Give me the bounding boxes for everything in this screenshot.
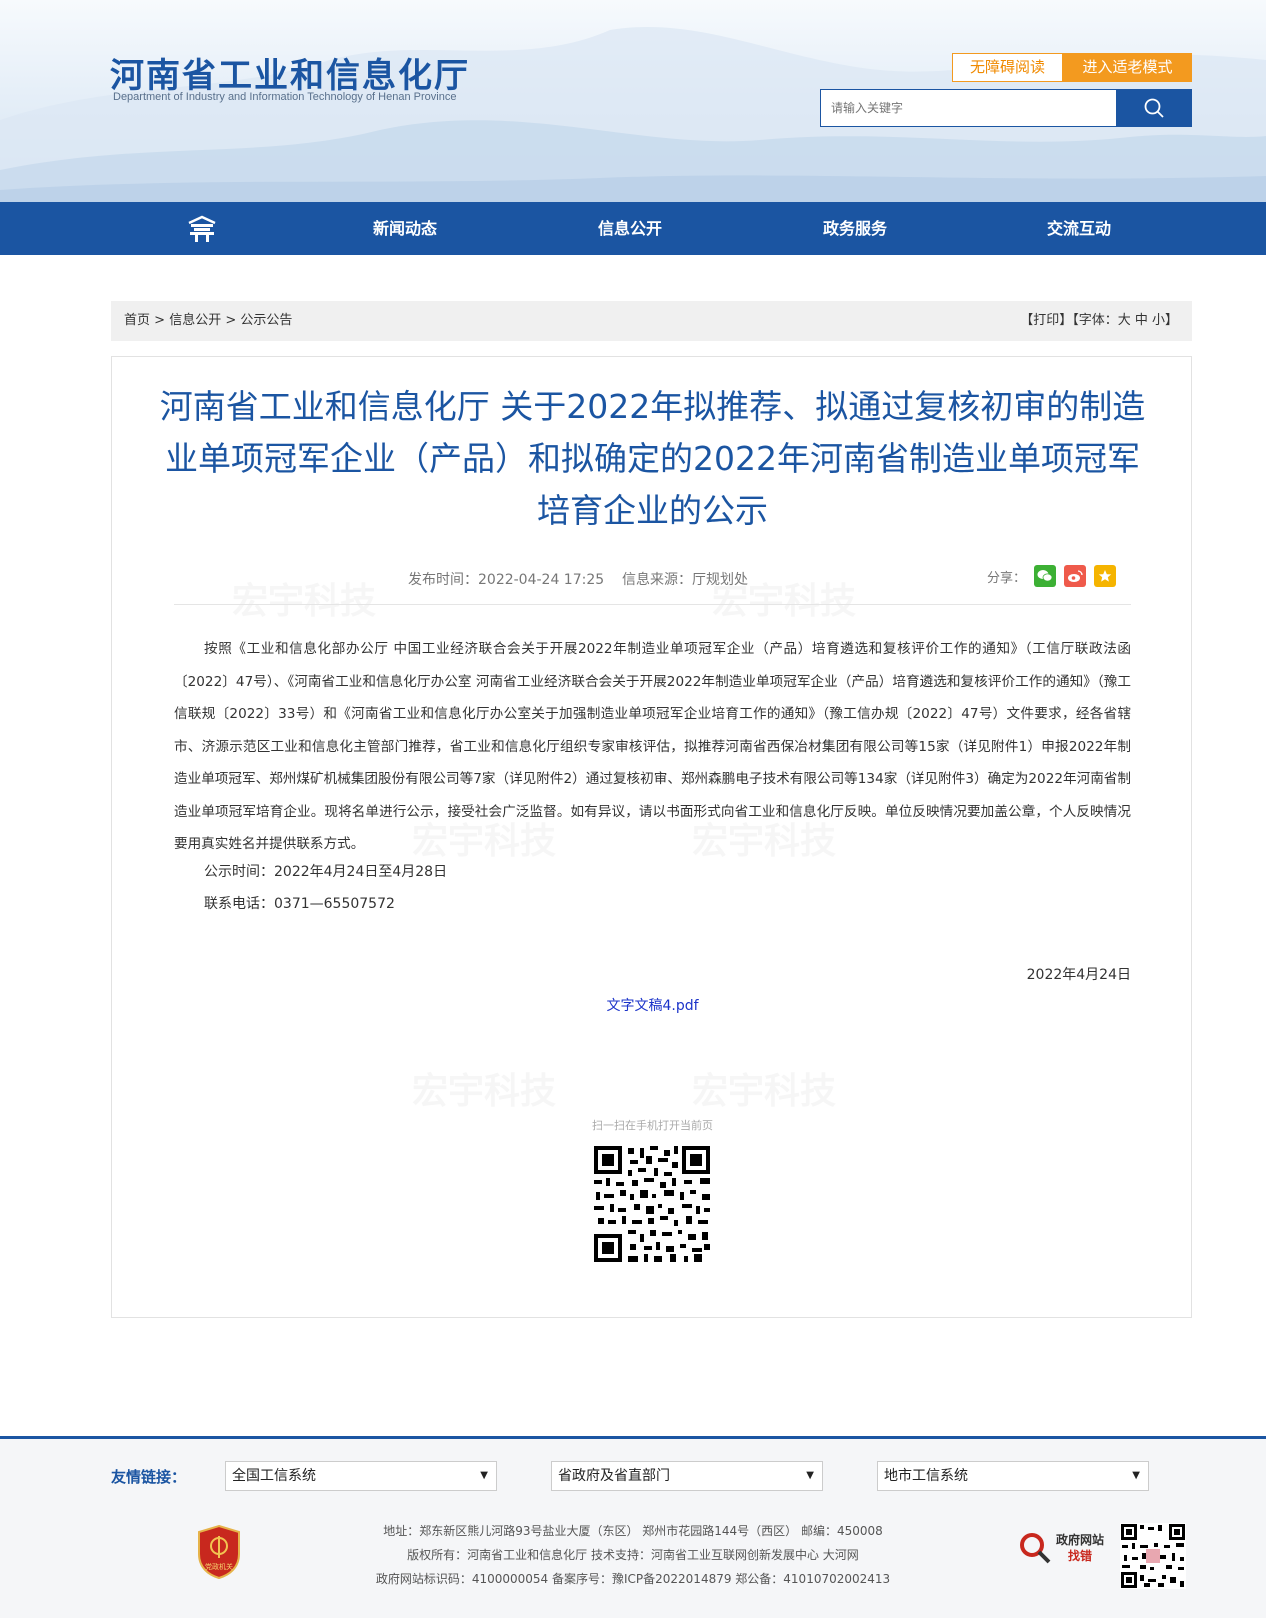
friend-links-label: 友情链接：	[111, 1468, 187, 1486]
watermark: 宏宇科技	[412, 1062, 556, 1114]
select-city-industry[interactable]: 地市工信系统 ▼	[877, 1461, 1149, 1491]
qr-hint: 扫一扫在手机打开当前页	[592, 1119, 713, 1132]
breadcrumb-trail: 首页 > 信息公开 > 公示公告	[124, 301, 292, 341]
site-subtitle: Department of Industry and Information T…	[113, 91, 457, 103]
select-provincial-gov[interactable]: 省政府及省直部门 ▼	[551, 1461, 823, 1491]
notice-period: 公示时间：2022年4月24日至4月28日	[204, 864, 448, 880]
share-bar: 分享：	[987, 565, 1117, 587]
select-value: 全国工信系统	[232, 1468, 316, 1484]
breadcrumb-info-public[interactable]: 信息公开	[169, 313, 221, 328]
breadcrumb-separator: >	[154, 313, 166, 328]
nav-item-interaction[interactable]: 交流互动	[1004, 202, 1154, 255]
source-label: 信息来源：	[621, 572, 692, 588]
search-button[interactable]	[1116, 89, 1192, 127]
source-value: 厅规划处	[691, 572, 748, 588]
article-meta: 发布时间：2022-04-24 17:25 信息来源：厅规划处	[408, 569, 748, 589]
wechat-icon[interactable]	[1034, 565, 1057, 587]
search-icon	[1144, 98, 1164, 118]
site-header: 河南省工业和信息化厅 Department of Industry and In…	[0, 0, 1266, 202]
article-panel: 宏宇科技 宏宇科技 宏宇科技 宏宇科技 宏宇科技 宏宇科技 河南省工业和信息化厅…	[111, 356, 1192, 1318]
contact-phone: 联系电话：0371—65507572	[204, 896, 395, 912]
site-title[interactable]: 河南省工业和信息化厅	[110, 48, 470, 97]
article-body: 按照《工业和信息化部办公厅 中国工业经济联合会关于开展2022年制造业单项冠军企…	[174, 641, 1131, 852]
magnifier-icon	[1020, 1533, 1051, 1564]
select-value: 地市工信系统	[884, 1468, 968, 1484]
gov-site-line1: 政府网站	[1056, 1533, 1105, 1547]
gov-site-line2: 找错	[1068, 1549, 1093, 1563]
breadcrumb-separator: >	[225, 313, 237, 328]
watermark: 宏宇科技	[692, 1062, 836, 1114]
article-title: 河南省工业和信息化厅 关于2022年拟推荐、拟通过复核初审的制造业单项冠军企业（…	[159, 387, 1146, 530]
favorite-star-icon[interactable]	[1094, 565, 1117, 587]
accessibility-button[interactable]: 无障碍阅读	[952, 53, 1063, 82]
attachment-pdf-link[interactable]: 文字文稿4.pdf	[606, 998, 698, 1014]
site-footer: 友情链接： 全国工信系统 ▼ 省政府及省直部门 ▼ 地市工信系统 ▼ 党政机关 地址：…	[0, 1439, 1266, 1618]
weibo-icon[interactable]	[1064, 565, 1087, 587]
meta-divider	[174, 604, 1131, 605]
nav-item-gov-service[interactable]: 政务服务	[780, 202, 930, 255]
main-nav: 新闻动态 信息公开 政务服务 交流互动	[0, 202, 1266, 255]
nav-item-news[interactable]: 新闻动态	[330, 202, 480, 255]
publish-time: 2022-04-24 17:25	[478, 572, 605, 588]
search-field[interactable]	[820, 89, 1117, 127]
chevron-down-icon: ▼	[806, 1470, 814, 1481]
attachment-link: 文字文稿4.pdf	[112, 995, 1191, 1015]
search-input[interactable]	[821, 90, 1116, 126]
home-icon[interactable]	[186, 214, 218, 244]
print-font-tools[interactable]: 【打印】【字体：大 中 小】	[1020, 301, 1178, 341]
footer-qr-code	[1120, 1523, 1186, 1589]
select-value: 省政府及省直部门	[558, 1468, 670, 1484]
chevron-down-icon: ▼	[480, 1470, 488, 1481]
nav-item-info-public[interactable]: 信息公开	[555, 202, 705, 255]
elder-mode-button[interactable]: 进入适老模式	[1063, 53, 1192, 82]
footer-record: 政府网站标识码：4100000054 备案序号：豫ICP备2022014879 …	[375, 1572, 891, 1586]
chevron-down-icon: ▼	[1132, 1470, 1140, 1481]
breadcrumb-home[interactable]: 首页	[124, 313, 150, 328]
breadcrumb: 首页 > 信息公开 > 公示公告 【打印】【字体：大 中 小】	[111, 301, 1192, 341]
share-label: 分享：	[987, 570, 1027, 586]
publish-label: 发布时间：	[408, 572, 478, 588]
page-qr-code	[592, 1144, 712, 1264]
sign-date: 2022年4月24日	[1026, 967, 1131, 983]
select-national-industry[interactable]: 全国工信系统 ▼	[225, 1461, 497, 1491]
watermark: 宏宇科技	[232, 572, 376, 624]
breadcrumb-notice[interactable]: 公示公告	[240, 313, 292, 328]
gov-site-error-report[interactable]: 政府网站 找错	[1018, 1531, 1104, 1565]
